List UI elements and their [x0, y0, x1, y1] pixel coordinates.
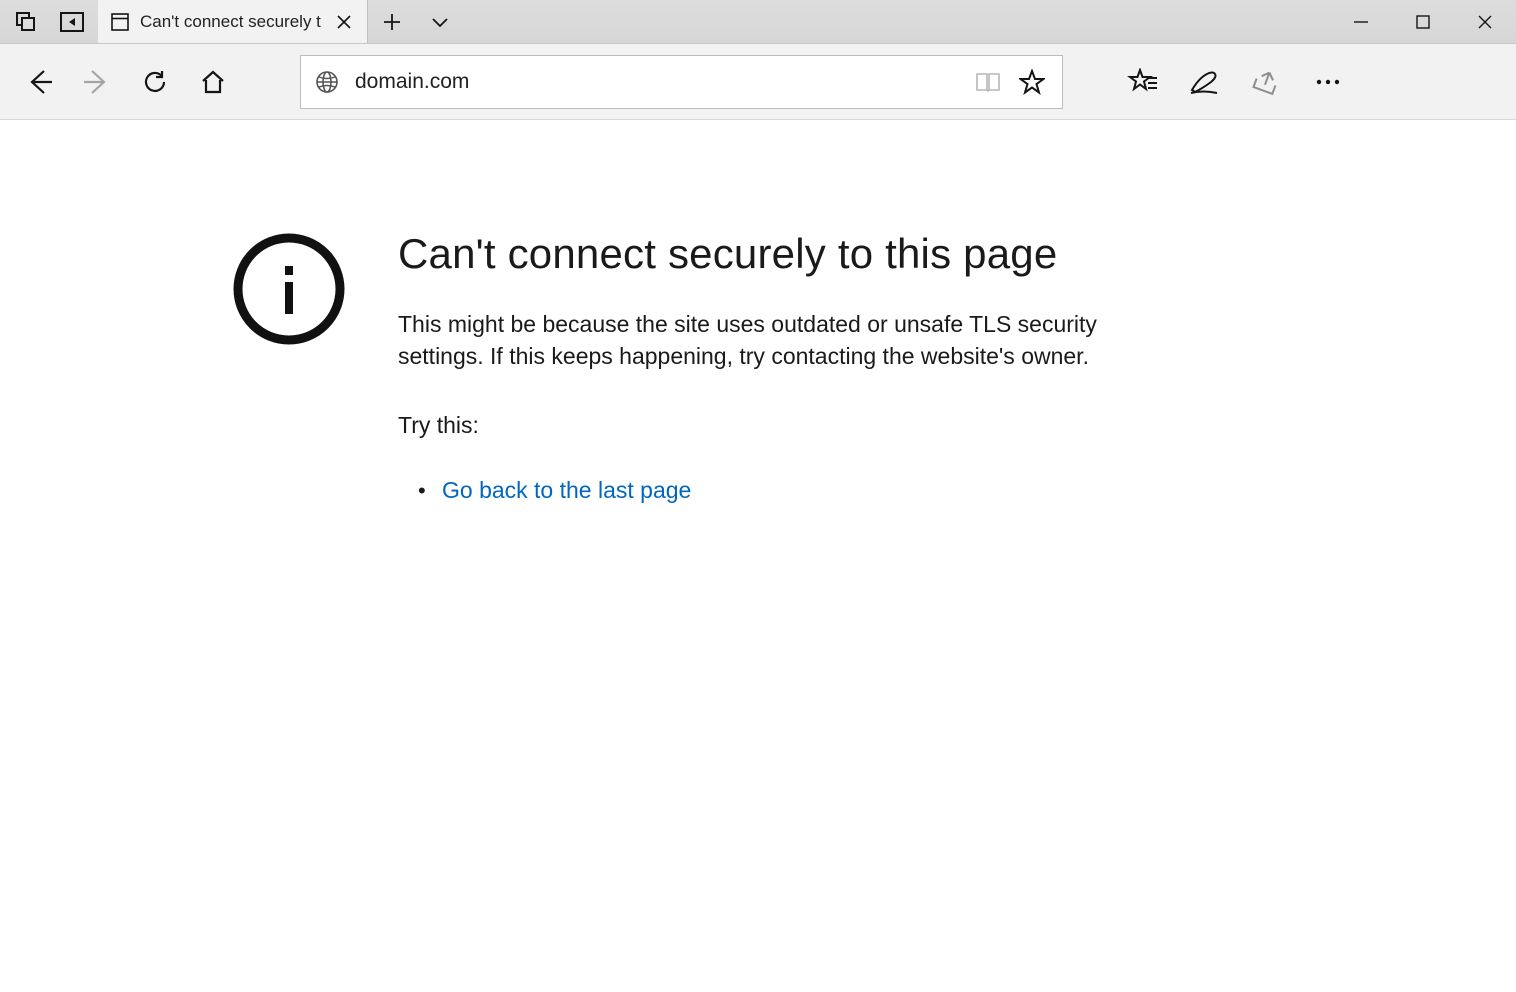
back-button[interactable]	[10, 54, 68, 110]
refresh-button[interactable]	[126, 54, 184, 110]
favorites-hub-button[interactable]	[1111, 54, 1173, 110]
navigation-toolbar	[0, 44, 1516, 120]
favorite-button[interactable]	[1010, 60, 1054, 104]
error-heading: Can't connect securely to this page	[398, 230, 1178, 278]
new-tab-button[interactable]	[368, 0, 416, 44]
error-description: This might be because the site uses outd…	[398, 308, 1178, 372]
address-bar[interactable]	[300, 55, 1063, 109]
info-icon	[230, 230, 348, 348]
list-item: Go back to the last page	[418, 477, 1178, 504]
site-info-icon[interactable]	[315, 70, 339, 94]
try-this-label: Try this:	[398, 412, 1178, 439]
forward-button	[68, 54, 126, 110]
set-aside-tabs-icon[interactable]	[52, 0, 92, 44]
browser-tab[interactable]: Can't connect securely t	[98, 0, 368, 43]
tab-page-icon	[110, 12, 130, 32]
maximize-button[interactable]	[1392, 0, 1454, 44]
reading-view-button[interactable]	[966, 60, 1010, 104]
titlebar: Can't connect securely t	[0, 0, 1516, 44]
go-back-link[interactable]: Go back to the last page	[442, 477, 691, 503]
suggestion-list: Go back to the last page	[398, 477, 1178, 504]
url-input[interactable]	[355, 70, 966, 94]
error-page: Can't connect securely to this page This…	[0, 120, 1516, 504]
window-controls	[1330, 0, 1516, 43]
tab-strip-actions	[368, 0, 464, 43]
tab-close-button[interactable]	[331, 9, 357, 35]
toolbar-right	[1111, 54, 1359, 110]
notes-button[interactable]	[1173, 54, 1235, 110]
settings-menu-button[interactable]	[1297, 54, 1359, 110]
close-window-button[interactable]	[1454, 0, 1516, 44]
tab-title: Can't connect securely t	[140, 12, 321, 32]
share-button[interactable]	[1235, 54, 1297, 110]
tab-dropdown-button[interactable]	[416, 0, 464, 44]
home-button[interactable]	[184, 54, 242, 110]
titlebar-spacer	[464, 0, 1330, 43]
minimize-button[interactable]	[1330, 0, 1392, 44]
titlebar-left	[0, 0, 98, 43]
tab-actions-icon[interactable]	[6, 0, 46, 44]
error-body: Can't connect securely to this page This…	[398, 230, 1178, 504]
